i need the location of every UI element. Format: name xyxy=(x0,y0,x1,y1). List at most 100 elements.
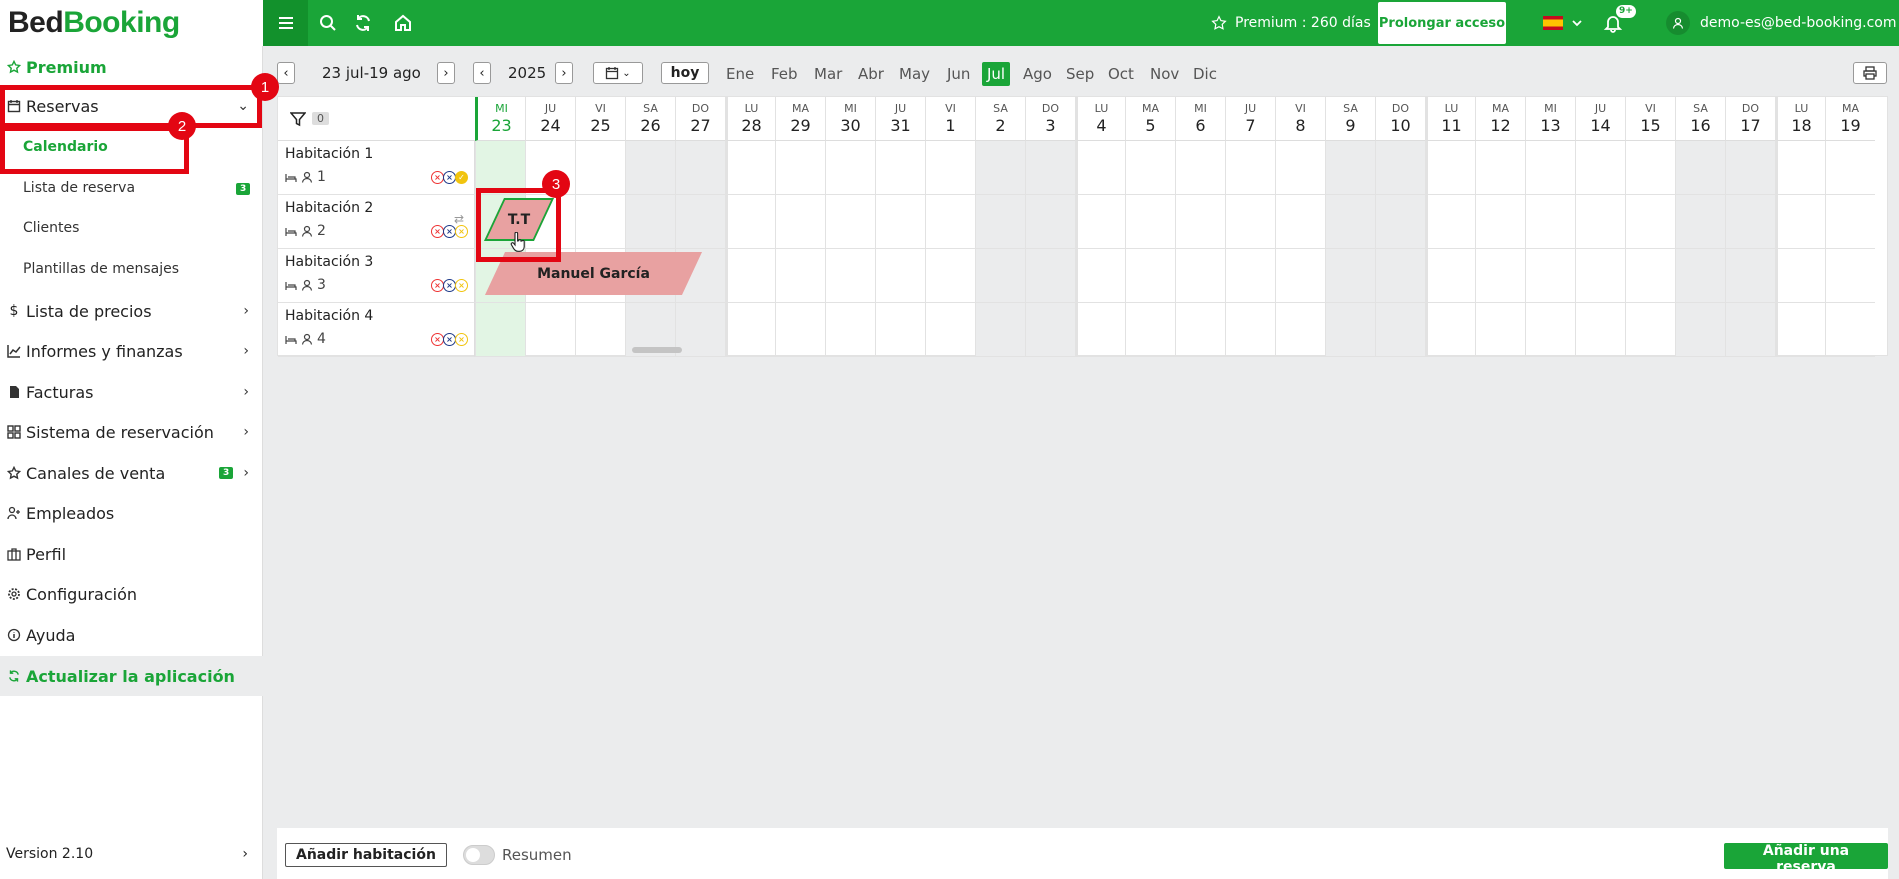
today-button[interactable]: hoy xyxy=(661,62,709,84)
calendar-cell[interactable] xyxy=(1675,303,1725,357)
calendar-cell[interactable] xyxy=(1525,141,1575,195)
calendar-cell[interactable] xyxy=(775,141,825,195)
calendar-cell[interactable] xyxy=(1275,303,1325,357)
calendar-cell[interactable] xyxy=(1125,249,1175,303)
calendar-cell[interactable] xyxy=(1375,141,1425,195)
month-ene[interactable]: Ene xyxy=(726,62,754,86)
calendar-cell[interactable] xyxy=(1525,195,1575,249)
add-reservation-button[interactable]: Añadir una reserva xyxy=(1724,843,1888,875)
calendar-cell[interactable] xyxy=(1025,195,1075,249)
calendar-cell[interactable] xyxy=(1775,195,1825,249)
calendar-cell[interactable] xyxy=(1225,195,1275,249)
print-button[interactable] xyxy=(1853,62,1887,84)
calendar-cell[interactable] xyxy=(1825,195,1875,249)
calendar-cell[interactable] xyxy=(1425,141,1475,195)
calendar-cell[interactable] xyxy=(1125,195,1175,249)
calendar-cell[interactable] xyxy=(1325,195,1375,249)
calendar-cell[interactable] xyxy=(1275,141,1325,195)
app-logo[interactable]: Bed Booking xyxy=(0,0,263,46)
prev-range-button[interactable]: ‹ xyxy=(277,62,295,84)
calendar-cell[interactable] xyxy=(725,141,775,195)
calendar-cell[interactable] xyxy=(1225,249,1275,303)
calendar-cell[interactable] xyxy=(825,249,875,303)
month-abr[interactable]: Abr xyxy=(858,62,884,86)
calendar-cell[interactable] xyxy=(1525,249,1575,303)
calendar-cell[interactable] xyxy=(875,303,925,357)
calendar-cell[interactable] xyxy=(825,141,875,195)
calendar-cell[interactable] xyxy=(1675,195,1725,249)
calendar-cell[interactable] xyxy=(1025,303,1075,357)
sidebar-item-sistema[interactable]: Sistema de reservación › xyxy=(0,417,263,447)
calendar-cell[interactable] xyxy=(725,249,775,303)
sidebar-item-precios[interactable]: $ Lista de precios › xyxy=(0,296,263,326)
calendar-cell[interactable] xyxy=(1075,195,1125,249)
calendar-cell[interactable] xyxy=(1175,249,1225,303)
calendar-cell[interactable] xyxy=(1725,249,1775,303)
sidebar-item-empleados[interactable]: Empleados xyxy=(0,498,263,528)
month-may[interactable]: May xyxy=(899,62,930,86)
month-jun[interactable]: Jun xyxy=(947,62,970,86)
sidebar-subitem-plantillas[interactable]: Plantillas de mensajes xyxy=(23,261,179,277)
room-status-icons[interactable]: × × × xyxy=(431,333,468,346)
calendar-cell[interactable] xyxy=(1325,303,1375,357)
calendar-cell[interactable] xyxy=(925,141,975,195)
calendar-cell[interactable] xyxy=(1075,303,1125,357)
room-row-label[interactable]: Habitación 2 2 × × × xyxy=(278,195,475,249)
calendar-cell[interactable] xyxy=(1625,303,1675,357)
room-status-icons[interactable]: × × × xyxy=(431,279,468,292)
calendar-cell[interactable] xyxy=(1225,141,1275,195)
calendar-cell[interactable] xyxy=(1125,141,1175,195)
prev-year-button[interactable]: ‹ xyxy=(473,62,491,84)
calendar-cell[interactable] xyxy=(1625,195,1675,249)
calendar-cell[interactable] xyxy=(1775,303,1825,357)
calendar-cell[interactable] xyxy=(1425,303,1475,357)
room-row-label[interactable]: Habitación 4 4 × × × xyxy=(278,303,475,357)
calendar-cell[interactable] xyxy=(1375,303,1425,357)
calendar-cell[interactable] xyxy=(675,303,725,357)
calendar-cell[interactable] xyxy=(475,141,525,195)
language-selector[interactable] xyxy=(1543,0,1583,46)
horizontal-scrollbar[interactable] xyxy=(632,347,682,353)
calendar-cell[interactable] xyxy=(1625,141,1675,195)
month-ago[interactable]: Ago xyxy=(1023,62,1052,86)
hamburger-menu-icon[interactable] xyxy=(263,0,308,46)
calendar-cell[interactable] xyxy=(825,195,875,249)
room-status-icons[interactable]: × × × xyxy=(431,225,468,238)
calendar-cell[interactable] xyxy=(1325,141,1375,195)
next-year-button[interactable]: › xyxy=(555,62,573,84)
calendar-cell[interactable] xyxy=(975,249,1025,303)
month-dic[interactable]: Dic xyxy=(1193,62,1217,86)
calendar-cell[interactable] xyxy=(1425,195,1475,249)
calendar-cell[interactable] xyxy=(1725,303,1775,357)
calendar-cell[interactable] xyxy=(1575,141,1625,195)
notifications-bell-icon[interactable]: 9+ xyxy=(1593,0,1636,46)
calendar-cell[interactable] xyxy=(775,303,825,357)
calendar-cell[interactable] xyxy=(925,303,975,357)
date-picker-button[interactable]: ⌄ xyxy=(593,62,643,84)
calendar-cell[interactable] xyxy=(875,249,925,303)
sidebar-item-ayuda[interactable]: Ayuda xyxy=(0,620,263,650)
filter-control[interactable]: 0 xyxy=(278,97,475,141)
calendar-cell[interactable] xyxy=(975,141,1025,195)
calendar-cell[interactable] xyxy=(475,303,525,357)
user-menu[interactable]: demo-es@bed-booking.com xyxy=(1666,0,1897,46)
calendar-cell[interactable] xyxy=(1575,303,1625,357)
calendar-cell[interactable] xyxy=(575,195,625,249)
calendar-cell[interactable] xyxy=(1025,141,1075,195)
premium-status[interactable]: Premium : 260 días xyxy=(1211,0,1371,46)
refresh-icon[interactable] xyxy=(343,0,383,46)
sidebar-item-perfil[interactable]: Perfil xyxy=(0,539,263,569)
calendar-cell[interactable] xyxy=(1375,249,1425,303)
calendar-cell[interactable] xyxy=(725,195,775,249)
calendar-cell[interactable] xyxy=(775,195,825,249)
calendar-cell[interactable] xyxy=(1475,195,1525,249)
calendar-cell[interactable] xyxy=(575,141,625,195)
app-version[interactable]: Version 2.10 xyxy=(6,846,93,862)
month-sep[interactable]: Sep xyxy=(1066,62,1094,86)
calendar-cell[interactable] xyxy=(1375,195,1425,249)
calendar-cell[interactable] xyxy=(625,195,675,249)
room-status-icons[interactable]: × × ✓ xyxy=(431,171,468,184)
calendar-cell[interactable] xyxy=(925,195,975,249)
calendar-cell[interactable] xyxy=(575,303,625,357)
calendar-cell[interactable] xyxy=(1575,195,1625,249)
